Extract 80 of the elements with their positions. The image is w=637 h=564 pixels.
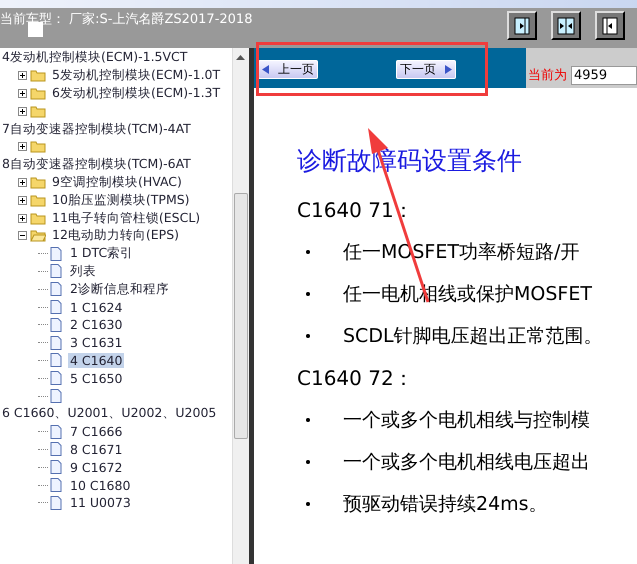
- document-icon: [50, 478, 62, 492]
- document-icon: [50, 264, 62, 278]
- tree-item[interactable]: 6 C1660、U2001、U2002、U2005: [0, 405, 218, 422]
- folder-icon: [30, 176, 46, 189]
- document-icon: [50, 496, 62, 510]
- tree-item[interactable]: 2 C1630: [68, 317, 124, 332]
- document-icon: [50, 336, 62, 350]
- tree-item[interactable]: 9 C1672: [68, 460, 124, 475]
- expand-icon[interactable]: [18, 196, 27, 205]
- split-view-button[interactable]: [551, 11, 581, 40]
- document-icon: [50, 442, 62, 456]
- document-icon: [50, 353, 62, 368]
- expand-icon[interactable]: [18, 142, 27, 152]
- scrollbar[interactable]: [232, 48, 249, 564]
- tree-item[interactable]: 4发动机控制模块(ECM)-1.5VCT: [0, 49, 190, 66]
- document-icon: [50, 424, 62, 439]
- tree-item[interactable]: 10胎压监测模块(TPMS): [50, 192, 192, 209]
- tree-item[interactable]: 7 C1666: [68, 424, 124, 440]
- tree-item[interactable]: 3 C1631: [68, 335, 124, 350]
- tree-item[interactable]: 11 U0073: [68, 495, 133, 510]
- section-heading: C1640 71：: [297, 197, 415, 224]
- left-arrow-icon: [262, 65, 270, 74]
- expand-icon[interactable]: [18, 106, 27, 116]
- bullet-text: 预驱动错误持续24ms。: [343, 492, 548, 517]
- tree-item[interactable]: 7自动变速器控制模块(TCM)-4AT: [0, 120, 193, 138]
- bullet-icon: [306, 292, 310, 296]
- document-icon: [50, 460, 62, 474]
- bullet-icon: [306, 460, 310, 464]
- current-page-field[interactable]: 4959: [571, 66, 637, 84]
- folder-icon: [30, 104, 46, 118]
- split-arrows-icon: [557, 16, 575, 34]
- bullet-icon: [306, 334, 310, 338]
- tree-item[interactable]: 2诊断信息和程序: [68, 280, 171, 298]
- current-page-label: 当前为: [528, 67, 567, 84]
- document-icon: [50, 371, 62, 386]
- document-icon: [50, 318, 62, 332]
- expand-icon[interactable]: [18, 88, 27, 98]
- bullet-text: 一个或多个电机相线与控制模: [343, 408, 590, 433]
- tree-item[interactable]: 12电动助力转向(EPS): [50, 227, 182, 244]
- open-folder-icon: [30, 229, 46, 242]
- tree-item[interactable]: 列表: [68, 262, 98, 280]
- collapse-icon[interactable]: [18, 231, 27, 240]
- tree-item[interactable]: 1 DTC索引: [68, 245, 136, 262]
- arrow-right-icon: [514, 16, 530, 34]
- document-icon: [50, 389, 62, 404]
- section-heading: C1640 72：: [297, 365, 415, 392]
- expand-icon[interactable]: [18, 214, 27, 223]
- tree-item[interactable]: 11电子转向管柱锁(ESCL): [50, 210, 202, 227]
- tree-item[interactable]: 8自动变速器控制模块(TCM)-6AT: [0, 156, 193, 174]
- folder-icon: [30, 86, 46, 100]
- scroll-thumb[interactable]: [234, 193, 248, 439]
- bullet-icon: [306, 502, 310, 506]
- tree-item[interactable]: 5 C1650: [68, 370, 124, 386]
- tree-item[interactable]: 5发动机控制模块(ECM)-1.0T: [50, 67, 222, 84]
- bullet-icon: [306, 418, 310, 422]
- bullet-text: 一个或多个电机相线电压超出: [343, 450, 590, 475]
- folder-icon: [30, 140, 46, 154]
- scroll-up-icon: [236, 55, 245, 60]
- document-icon: [50, 246, 62, 261]
- next-page-button[interactable]: 下一页: [396, 60, 456, 79]
- folder-icon: [30, 212, 46, 225]
- tree-item[interactable]: 9空调控制模块(HVAC): [50, 174, 184, 191]
- folder-icon: [30, 69, 46, 82]
- tree-item[interactable]: 8 C1671: [68, 442, 124, 457]
- tree-item[interactable]: 4 C1640: [68, 352, 124, 368]
- tree-item[interactable]: 10 C1680: [68, 478, 132, 493]
- right-arrow-icon: [444, 65, 452, 74]
- tree-item[interactable]: 1 C1624: [68, 300, 124, 315]
- tree-item[interactable]: 6发动机控制模块(ECM)-1.3T: [50, 84, 222, 102]
- bullet-text: SCDL针脚电压超出正常范围。: [343, 324, 603, 349]
- bullet-icon: [306, 250, 310, 254]
- document-icon: [50, 282, 62, 296]
- expand-right-button[interactable]: [507, 11, 537, 40]
- previous-page-button[interactable]: 上一页: [258, 60, 318, 79]
- expand-icon[interactable]: [18, 178, 27, 187]
- expand-left-button[interactable]: [595, 11, 625, 40]
- document-icon: [50, 300, 62, 314]
- folder-icon: [30, 194, 46, 207]
- arrow-left-icon: [602, 16, 618, 34]
- expand-icon[interactable]: [18, 71, 27, 80]
